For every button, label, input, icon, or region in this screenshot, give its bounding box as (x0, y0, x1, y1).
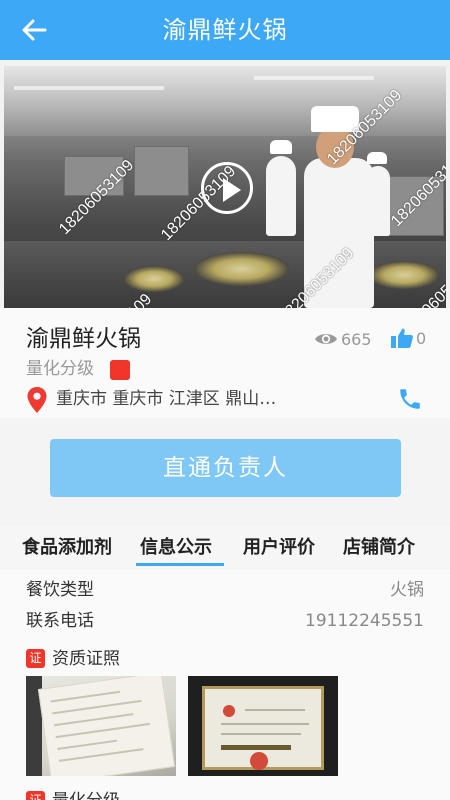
text-line (245, 709, 305, 711)
tab-shop-intro[interactable]: 店铺简介 (343, 536, 415, 560)
text-line (58, 748, 144, 762)
video-player[interactable]: 18206053109 18206053109 18206053109 1820… (4, 66, 446, 308)
active-tab-indicator (136, 563, 224, 566)
emblem-icon (223, 705, 235, 717)
tab-user-reviews[interactable]: 用户评价 (243, 536, 315, 560)
chef-hat (270, 140, 292, 154)
cert-badge-icon: 证 (26, 649, 45, 668)
seal-icon (250, 752, 268, 770)
app-screen: 渝鼎鲜火锅 18206053109 18206053109 1820605310… (0, 0, 450, 800)
license-document (37, 676, 176, 776)
text-line (57, 739, 118, 751)
chef-figure (366, 166, 390, 236)
view-count: 665 (314, 328, 372, 350)
phone-label: 联系电话 (26, 611, 94, 631)
contact-area: 直通负责人 (0, 418, 450, 526)
text-line (53, 713, 134, 727)
shop-address[interactable]: 重庆市 重庆市 江津区 鼎山… (56, 388, 306, 410)
tab-food-additives[interactable]: 食品添加剂 (22, 536, 112, 560)
cuisine-type-value: 火锅 (390, 580, 424, 600)
shop-info: 渝鼎鲜火锅 665 0 量化分级 重庆市 重庆市 江津区 鼎山… (0, 308, 450, 418)
title-bar: 渝鼎鲜火锅 (0, 0, 450, 60)
thumbs-up-icon (391, 328, 413, 348)
text-line (221, 745, 291, 750)
phone-value[interactable]: 19112245551 (305, 609, 424, 633)
like-button[interactable]: 0 (390, 325, 426, 351)
license-photo[interactable] (188, 676, 338, 776)
grade-badge-icon: 证 (26, 791, 45, 800)
info-panel: 餐饮类型 火锅 联系电话 19112245551 证 资质证照 证 (0, 570, 450, 800)
chef-figure (266, 156, 296, 236)
text-line (52, 699, 142, 715)
text-line (221, 733, 301, 735)
text-line (55, 722, 150, 739)
license-photo[interactable] (26, 676, 176, 776)
cert-section-title: 资质证照 (52, 649, 120, 669)
wok (369, 261, 439, 289)
tab-public-info[interactable]: 信息公示 (140, 536, 212, 560)
cuisine-type-label: 餐饮类型 (26, 580, 94, 600)
like-count-value: 0 (416, 328, 427, 348)
contact-manager-button[interactable]: 直通负责人 (50, 439, 401, 497)
shop-name: 渝鼎鲜火锅 (26, 326, 141, 352)
view-count-value: 665 (341, 329, 372, 349)
play-icon (223, 178, 241, 202)
text-line (221, 723, 309, 725)
tab-bar: 食品添加剂 信息公示 用户评价 店铺简介 (0, 526, 450, 570)
wok (194, 252, 289, 286)
phone-icon[interactable] (397, 386, 423, 412)
location-pin-icon (27, 387, 47, 413)
grade-badge (110, 360, 130, 380)
text-line (50, 690, 121, 703)
page-title: 渝鼎鲜火锅 (162, 16, 288, 44)
grade-label: 量化分级 (26, 359, 94, 379)
cabinet (134, 146, 189, 196)
hood-light (254, 76, 374, 80)
hood-light (14, 86, 164, 90)
play-button[interactable] (201, 162, 253, 214)
grade-section-title: 量化分级 (52, 789, 120, 800)
chef-hat (367, 152, 387, 164)
eye-icon (315, 334, 337, 344)
wok (124, 266, 184, 292)
